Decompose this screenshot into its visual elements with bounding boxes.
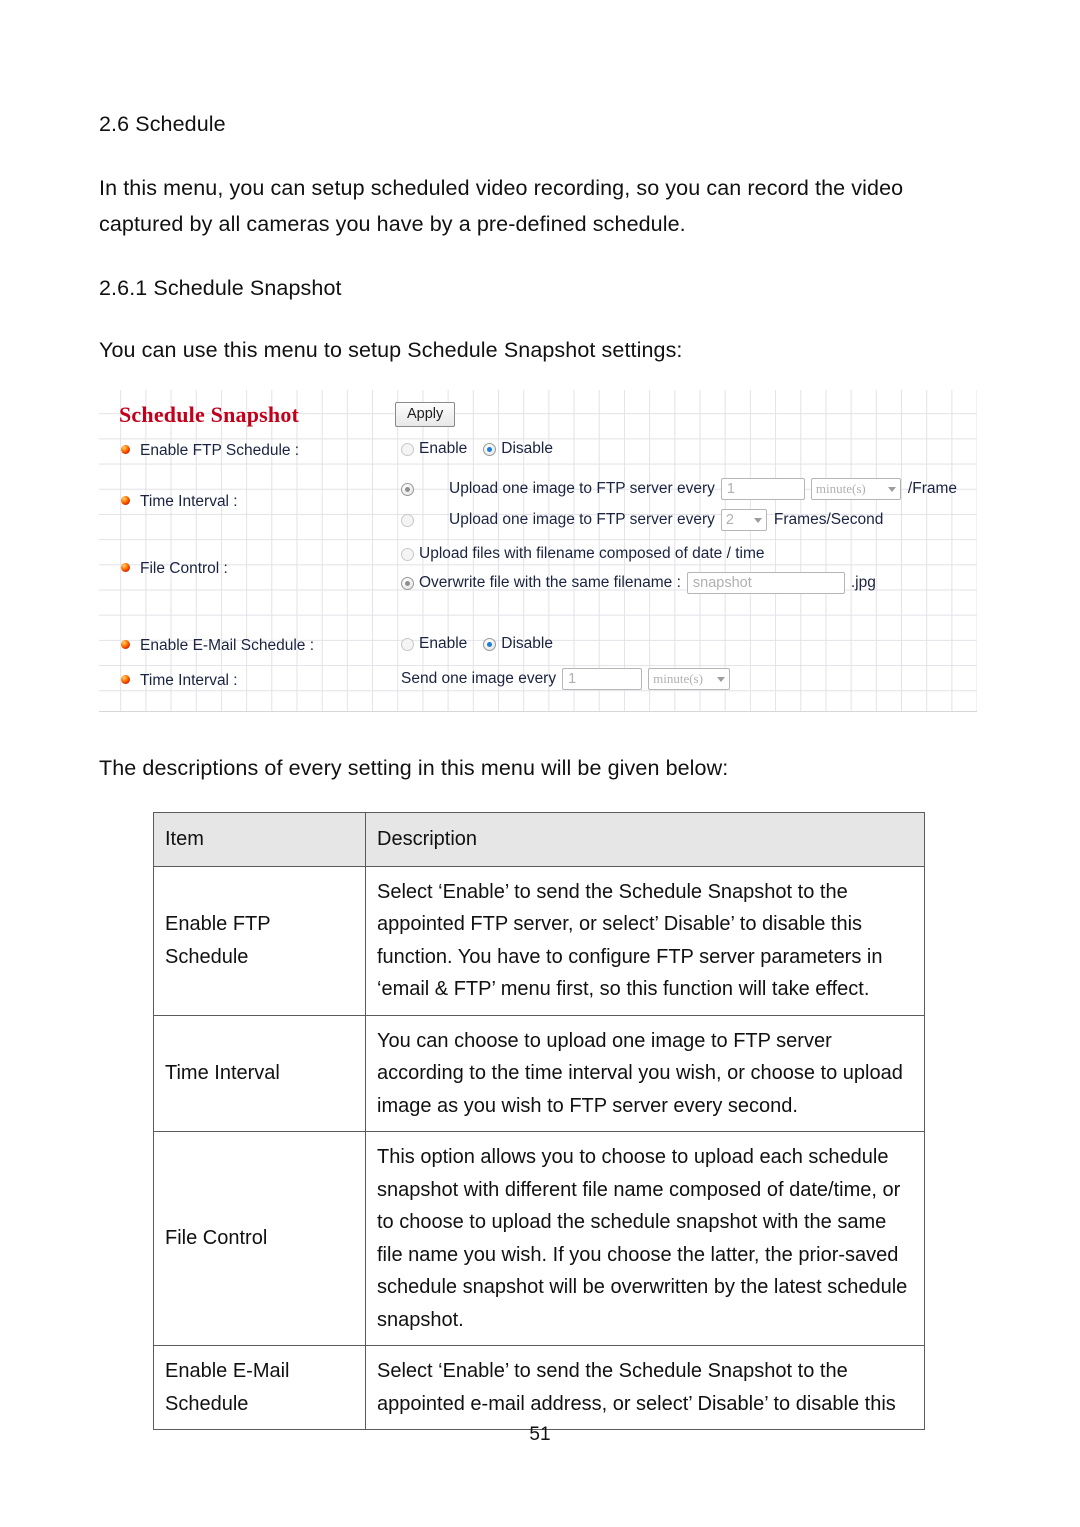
radio-filename-datetime[interactable] — [401, 547, 414, 561]
table-row: Enable FTP Schedule Select ‘Enable’ to s… — [153, 865, 925, 1016]
ftp-interval-unit-select[interactable]: minute(s) — [810, 478, 901, 500]
radio-email-disable-label: Disable — [501, 635, 553, 652]
table-cell-item: File Control — [153, 1131, 366, 1346]
bullet-icon — [121, 445, 130, 454]
email-interval-input[interactable]: 1 — [562, 668, 643, 690]
radio-upload-minutes[interactable] — [401, 482, 414, 496]
time-interval-fps-row: Upload one image to FTP server every 2 F… — [401, 509, 883, 531]
radio-upload-minutes-label: Upload one image to FTP server every — [449, 480, 715, 497]
label-enable-ftp-schedule: Enable FTP Schedule : — [121, 442, 299, 460]
radio-email-enable-label: Enable — [419, 635, 468, 652]
filename-extension-label: .jpg — [850, 574, 876, 591]
radio-ftp-disable[interactable] — [483, 442, 497, 456]
filename-input[interactable]: snapshot — [686, 572, 845, 594]
paragraph-descriptions: The descriptions of every setting in thi… — [99, 756, 729, 780]
table-header-description: Description — [365, 812, 925, 867]
label-text: File Control : — [140, 560, 228, 577]
settings-description-table: Item Description Enable FTP Schedule Sel… — [153, 812, 925, 1430]
label-time-interval-email: Time Interval : — [121, 672, 238, 690]
ftp-interval-unit-value: minute(s) — [815, 481, 866, 496]
section-heading-2-6: 2.6 Schedule — [99, 112, 226, 136]
section-heading-2-6-1: 2.6.1 Schedule Snapshot — [99, 276, 342, 300]
chevron-down-icon — [717, 676, 726, 682]
table-row: File Control This option allows you to c… — [153, 1131, 925, 1346]
label-enable-email-schedule: Enable E-Mail Schedule : — [121, 637, 314, 655]
radio-ftp-enable-label: Enable — [419, 440, 468, 457]
table-cell-description: Select ‘Enable’ to send the Schedule Sna… — [365, 865, 925, 1016]
table-cell-item: Enable E-Mail Schedule — [153, 1345, 366, 1430]
ftp-interval-input[interactable]: 1 — [720, 478, 805, 500]
bullet-icon — [121, 496, 130, 505]
label-time-interval: Time Interval : — [121, 493, 238, 511]
fps-select[interactable]: 2 — [720, 509, 767, 531]
email-schedule-radio-group: Enable Disable — [401, 635, 553, 653]
apply-button[interactable]: Apply — [395, 402, 456, 427]
table-header-row: Item Description — [153, 812, 925, 867]
table-cell-item: Enable FTP Schedule — [153, 865, 366, 1016]
table-cell-description: You can choose to upload one image to FT… — [365, 1014, 925, 1132]
fps-value: 2 — [725, 512, 734, 528]
label-text: Enable E-Mail Schedule : — [140, 637, 315, 654]
file-control-datetime-row: Upload files with filename composed of d… — [401, 545, 764, 563]
email-interval-unit-value: minute(s) — [653, 671, 703, 686]
email-interval-row: Send one image every 1 minute(s) — [401, 668, 735, 690]
file-control-overwrite-row: Overwrite file with the same filename : … — [401, 572, 876, 594]
radio-ftp-disable-label: Disable — [501, 440, 553, 457]
radio-ftp-enable[interactable] — [401, 442, 414, 456]
label-file-control: File Control : — [121, 560, 228, 578]
label-text: Enable FTP Schedule : — [140, 442, 300, 459]
radio-filename-datetime-label: Upload files with filename composed of d… — [419, 545, 765, 562]
table-cell-item: Time Interval — [153, 1014, 366, 1132]
time-interval-minutes-row: Upload one image to FTP server every 1 m… — [401, 478, 957, 500]
label-text: Time Interval : — [140, 672, 238, 689]
bullet-icon — [121, 675, 130, 684]
ftp-schedule-radio-group: Enable Disable — [401, 440, 553, 458]
radio-email-enable[interactable] — [401, 637, 414, 651]
radio-filename-overwrite-label: Overwrite file with the same filename : — [419, 574, 681, 591]
bullet-icon — [121, 640, 130, 649]
bullet-icon — [121, 563, 130, 572]
paragraph-use-menu: You can use this menu to setup Schedule … — [99, 338, 683, 362]
panel-title: Schedule Snapshot — [119, 402, 300, 427]
chevron-down-icon — [753, 517, 762, 523]
radio-upload-fps[interactable] — [401, 513, 414, 527]
paragraph-intro: In this menu, you can setup scheduled vi… — [99, 176, 904, 236]
table-cell-description: This option allows you to choose to uplo… — [365, 1131, 925, 1346]
label-text: Time Interval : — [140, 493, 238, 510]
fps-suffix: Frames/Second — [773, 511, 884, 528]
radio-upload-fps-label: Upload one image to FTP server every — [449, 511, 715, 528]
table-cell-description: Select ‘Enable’ to send the Schedule Sna… — [365, 1345, 925, 1430]
email-interval-unit-select[interactable]: minute(s) — [648, 668, 731, 690]
radio-filename-overwrite[interactable] — [401, 576, 414, 590]
ftp-interval-suffix: /Frame — [907, 480, 958, 497]
email-interval-prefix-label: Send one image every — [401, 670, 557, 687]
table-row: Enable E-Mail Schedule Select ‘Enable’ t… — [153, 1345, 925, 1430]
radio-email-disable[interactable] — [483, 637, 497, 651]
table-header-item: Item — [153, 812, 366, 867]
schedule-snapshot-panel: Schedule Snapshot Apply Enable FTP Sched… — [99, 390, 977, 712]
table-row: Time Interval You can choose to upload o… — [153, 1014, 925, 1132]
chevron-down-icon — [887, 486, 896, 492]
page-number: 51 — [529, 1424, 551, 1445]
